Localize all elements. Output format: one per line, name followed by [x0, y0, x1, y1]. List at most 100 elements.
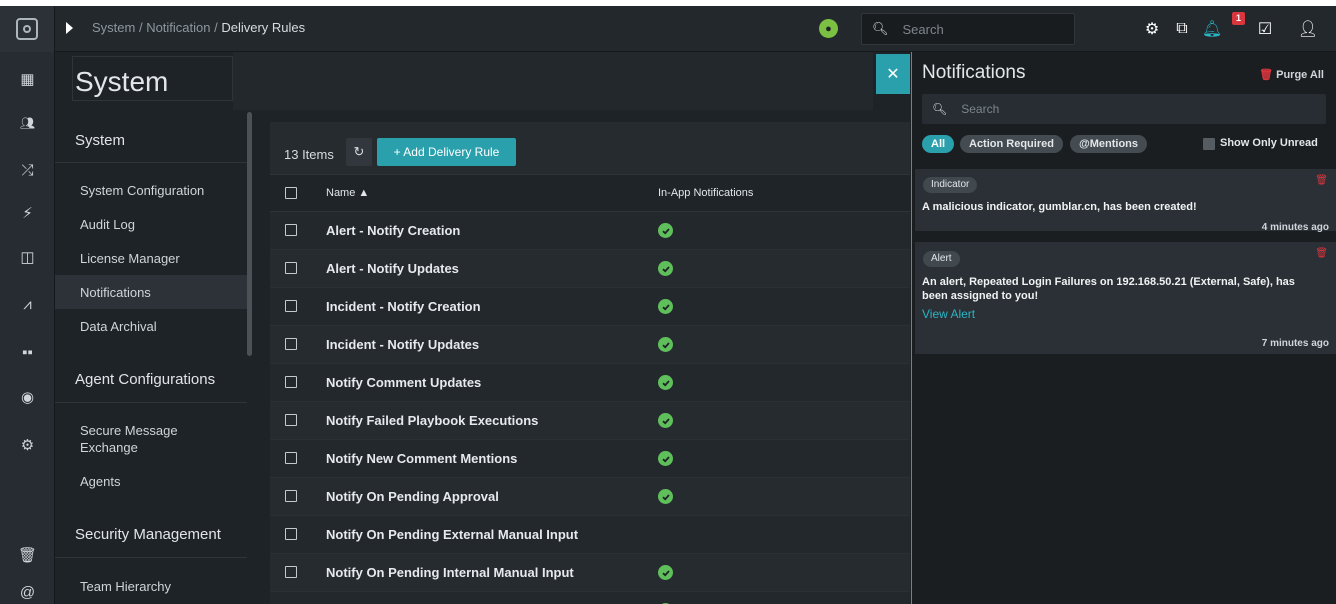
- check-circle-icon: [658, 299, 673, 314]
- bell-icon[interactable]: 🔔︎: [1202, 19, 1222, 39]
- table-row[interactable]: Notify On Pending External Manual Input: [270, 516, 910, 554]
- filter-action-required-chip[interactable]: Action Required: [960, 135, 1063, 153]
- rule-name[interactable]: Notify Failed Playbook Executions: [326, 413, 538, 428]
- items-count: 13 Items: [284, 147, 334, 162]
- delete-notification-icon[interactable]: 🗑︎: [1315, 175, 1328, 186]
- rule-name[interactable]: Notify On Pending External Manual Input: [326, 527, 578, 542]
- check-circle-icon: [658, 413, 673, 428]
- sidebar-item-system-configuration[interactable]: System Configuration: [80, 183, 204, 198]
- sidebar-section-agent-configurations[interactable]: Agent Configurations: [75, 371, 215, 388]
- row-checkbox[interactable]: [285, 338, 297, 350]
- add-delivery-rule-button[interactable]: + Add Delivery Rule: [377, 138, 516, 166]
- row-checkbox[interactable]: [285, 528, 297, 540]
- notification-card[interactable]: Indicator 🗑︎ A malicious indicator, gumb…: [915, 169, 1336, 233]
- rule-name[interactable]: Notify New Comment Mentions: [326, 451, 517, 466]
- logo-icon: [16, 18, 38, 40]
- rule-name[interactable]: Incident - Notify Updates: [326, 337, 479, 352]
- view-alert-link[interactable]: View Alert: [922, 307, 975, 321]
- row-checkbox[interactable]: [285, 224, 297, 236]
- rule-name[interactable]: Alert - Notify Creation: [326, 223, 460, 238]
- top-bar: System / Notification / Delivery Rules ●…: [0, 6, 1336, 52]
- radar-icon[interactable]: ◉: [0, 388, 55, 406]
- row-checkbox[interactable]: [285, 490, 297, 502]
- sidebar-item-secure-message-exchange[interactable]: Secure Message Exchange: [80, 422, 200, 456]
- notification-text: An alert, Repeated Login Failures on 192…: [922, 276, 1295, 302]
- notifications-title: Notifications: [922, 62, 1026, 83]
- play-icon[interactable]: [66, 22, 73, 34]
- tree-icon[interactable]: ⧉: [1172, 19, 1192, 39]
- refresh-button[interactable]: ↻: [346, 138, 372, 166]
- left-icon-nav: ▦ 👥︎ ⤮ ⚡︎ ◫ ⩘ ▪▪ ◉ ⚙ 🗑︎ @: [0, 52, 55, 604]
- app-logo[interactable]: [0, 6, 55, 52]
- at-icon[interactable]: @: [0, 582, 55, 604]
- rule-name[interactable]: Incident - Notify Creation: [326, 299, 481, 314]
- sidebar-section-system[interactable]: System: [75, 132, 125, 149]
- briefcase-icon[interactable]: ◫: [0, 248, 55, 266]
- table-row[interactable]: Incident - Notify Updates: [270, 326, 910, 364]
- toolbar: 13 Items ↻ + Add Delivery Rule: [270, 122, 910, 174]
- table-row[interactable]: Notify On Pending Internal Manual Input: [270, 554, 910, 592]
- rule-name[interactable]: Alert - Notify Updates: [326, 261, 459, 276]
- row-checkbox[interactable]: [285, 262, 297, 274]
- sidebar-item-audit-log[interactable]: Audit Log: [80, 217, 135, 232]
- rule-name[interactable]: Notify On Pending Internal Manual Input: [326, 565, 574, 580]
- show-only-unread-label: Show Only Unread: [1220, 137, 1318, 149]
- trash-icon[interactable]: 🗑︎: [0, 546, 55, 564]
- shuffle-icon[interactable]: ⤮: [0, 162, 55, 179]
- row-checkbox[interactable]: [285, 300, 297, 312]
- table-row[interactable]: Alert - Notify Updates: [270, 250, 910, 288]
- table-row[interactable]: Incident - Notify Creation: [270, 288, 910, 326]
- table-row[interactable]: Notify On Playbook Failure: [270, 592, 910, 604]
- rule-name[interactable]: Notify On Pending Approval: [326, 489, 499, 504]
- search-icon: 🔍︎: [932, 102, 948, 116]
- column-inapp-header[interactable]: In-App Notifications: [658, 187, 753, 199]
- table-row[interactable]: Notify On Pending Approval: [270, 478, 910, 516]
- row-checkbox[interactable]: [285, 452, 297, 464]
- divider: [55, 162, 247, 163]
- close-icon: ✕: [886, 66, 900, 83]
- clipboard-icon[interactable]: ☑: [1255, 19, 1275, 39]
- breadcrumb-notification[interactable]: Notification: [146, 20, 210, 35]
- status-leaf-icon[interactable]: ●: [819, 19, 838, 38]
- notification-card[interactable]: Alert 🗑︎ An alert, Repeated Login Failur…: [915, 242, 1336, 354]
- sidebar-scrollbar[interactable]: [247, 112, 252, 356]
- user-icon[interactable]: 👤︎: [1298, 19, 1318, 39]
- filter-mentions-chip[interactable]: @Mentions: [1070, 135, 1148, 153]
- sidebar-item-license-manager[interactable]: License Manager: [80, 251, 180, 266]
- select-all-checkbox[interactable]: [285, 187, 297, 199]
- column-name-header[interactable]: Name ▲: [326, 187, 369, 199]
- chart-icon[interactable]: ⩘: [0, 296, 55, 313]
- sidebar-item-team-hierarchy[interactable]: Team Hierarchy: [80, 579, 171, 594]
- row-checkbox[interactable]: [285, 376, 297, 388]
- row-checkbox[interactable]: [285, 566, 297, 578]
- gear-icon[interactable]: ⚙: [1142, 19, 1162, 39]
- table-row[interactable]: Notify Failed Playbook Executions: [270, 402, 910, 440]
- delete-notification-icon[interactable]: 🗑︎: [1315, 248, 1328, 259]
- breadcrumb-system[interactable]: System: [92, 20, 135, 35]
- sidebar-item-data-archival[interactable]: Data Archival: [80, 319, 157, 334]
- filter-all-chip[interactable]: All: [922, 135, 955, 153]
- table-row[interactable]: Notify Comment Updates: [270, 364, 910, 402]
- grid-icon[interactable]: ▪▪: [0, 344, 55, 361]
- purge-all-button[interactable]: 🗑︎ Purge All: [1259, 68, 1324, 81]
- search-icon: 🔍︎: [872, 21, 889, 36]
- table-row[interactable]: Alert - Notify Creation: [270, 212, 910, 250]
- dashboard-icon[interactable]: ▦: [0, 70, 55, 88]
- close-panel-button[interactable]: ✕: [876, 54, 910, 94]
- sidebar-item-agents[interactable]: Agents: [80, 474, 120, 489]
- title-bar: [233, 52, 873, 110]
- table-row[interactable]: Notify New Comment Mentions: [270, 440, 910, 478]
- people-icon[interactable]: 👥︎: [0, 116, 55, 130]
- show-only-unread-checkbox[interactable]: [1203, 138, 1215, 150]
- delivery-rules-panel: 13 Items ↻ + Add Delivery Rule Name ▲ In…: [270, 122, 910, 604]
- sidebar-section-security-management[interactable]: Security Management: [75, 526, 221, 543]
- settings-cog-icon[interactable]: ⚙: [0, 436, 55, 454]
- bolt-icon[interactable]: ⚡︎: [0, 204, 55, 222]
- check-circle-icon: [658, 489, 673, 504]
- notification-category: Indicator: [923, 177, 978, 193]
- row-checkbox[interactable]: [285, 414, 297, 426]
- notification-search-input[interactable]: 🔍︎ Search: [922, 94, 1326, 124]
- rule-name[interactable]: Notify Comment Updates: [326, 375, 481, 390]
- sidebar-item-notifications[interactable]: Notifications: [80, 285, 151, 300]
- search-input[interactable]: 🔍︎ Search: [861, 13, 1075, 45]
